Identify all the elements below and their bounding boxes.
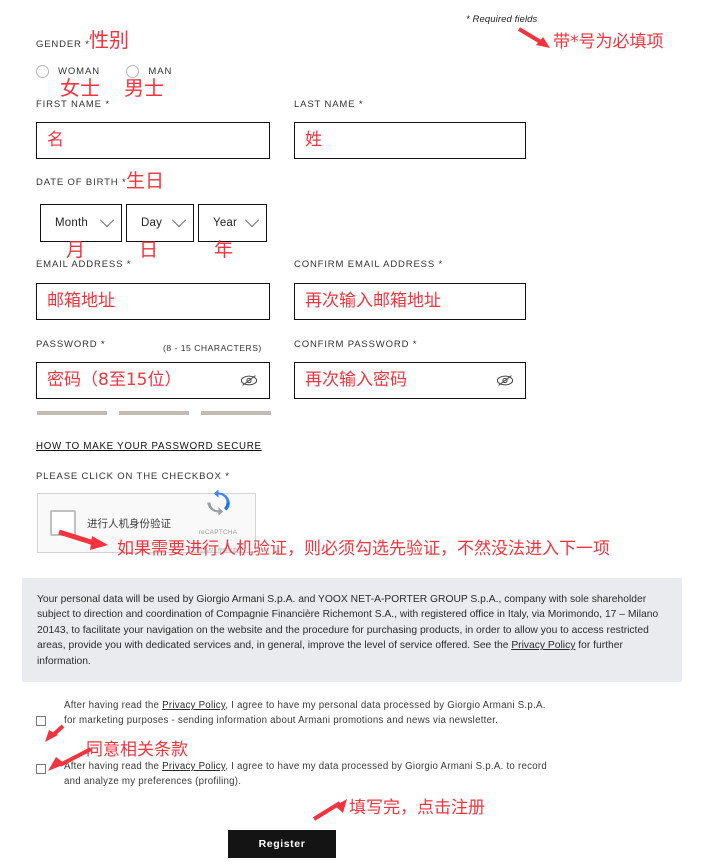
registration-page: * Required fields GENDER * WOMAN MAN FIR… — [0, 0, 720, 865]
dob-year-value: Year — [213, 217, 238, 229]
annotation-required: 带*号为必填项 — [553, 32, 664, 52]
consent-marketing-row[interactable]: After having read the Privacy Policy, I … — [36, 699, 556, 728]
privacy-policy-link[interactable]: Privacy Policy — [162, 700, 225, 711]
toggle-confirm-password-visibility-icon[interactable] — [494, 369, 516, 391]
recaptcha-legal-text: 隐私权 - 使用条款 — [198, 548, 238, 554]
date-of-birth-label: DATE OF BIRTH * — [36, 177, 127, 188]
consent-profiling-row[interactable]: After having read the Privacy Policy, I … — [36, 760, 556, 789]
gender-option-woman-label: WOMAN — [58, 66, 100, 77]
chevron-down-icon — [99, 213, 115, 228]
first-name-value: 名 — [47, 130, 64, 150]
privacy-policy-link[interactable]: Privacy Policy — [511, 640, 575, 651]
annotation-gender: 性别 — [89, 28, 129, 52]
gender-option-man[interactable]: MAN — [126, 65, 172, 78]
annotation-month: 月 — [66, 239, 86, 261]
first-name-label: FIRST NAME * — [36, 99, 110, 110]
chevron-down-icon — [171, 213, 187, 228]
password-secure-help-link[interactable]: HOW TO MAKE YOUR PASSWORD SECURE — [36, 441, 262, 452]
last-name-value: 姓 — [305, 130, 322, 150]
confirm-email-value: 再次输入邮箱地址 — [305, 291, 441, 311]
dob-year-select[interactable]: Year — [198, 204, 267, 242]
password-label: PASSWORD * — [36, 339, 106, 350]
required-fields-note: * Required fields — [466, 14, 538, 25]
consent-profiling-part1: After having read the — [64, 761, 163, 772]
password-strength-segment — [201, 411, 271, 415]
annotation-arrow-submit — [312, 799, 347, 821]
recaptcha-text: 进行人机身份验证 — [87, 517, 171, 530]
radio-icon[interactable] — [36, 65, 49, 78]
gender-option-woman[interactable]: WOMAN — [36, 65, 100, 78]
privacy-policy-link[interactable]: Privacy Policy — [162, 761, 225, 772]
password-hint: (8 - 15 CHARACTERS) — [163, 343, 262, 353]
email-field[interactable]: 邮箱地址 — [36, 283, 270, 320]
recaptcha-brand-name: reCAPTCHA — [198, 529, 238, 536]
gender-label: GENDER * — [36, 39, 90, 50]
password-strength-meter — [37, 411, 271, 415]
confirm-password-field[interactable]: 再次输入密码 — [294, 362, 526, 399]
confirm-email-field[interactable]: 再次输入邮箱地址 — [294, 283, 526, 320]
recaptcha-checkbox[interactable] — [50, 510, 76, 536]
recaptcha-widget[interactable]: 进行人机身份验证 reCAPTCHA 隐私权 - 使用条款 — [37, 489, 256, 554]
radio-icon[interactable] — [126, 65, 140, 78]
confirm-password-label: CONFIRM PASSWORD * — [294, 339, 418, 350]
last-name-label: LAST NAME * — [294, 99, 364, 110]
annotation-submit: 填写完，点击注册 — [349, 798, 485, 818]
annotation-day: 日 — [139, 239, 159, 261]
toggle-password-visibility-icon[interactable] — [238, 369, 260, 391]
last-name-field[interactable]: 姓 — [294, 122, 526, 159]
gender-option-man-label: MAN — [148, 66, 173, 77]
password-value: 密码（8至15位） — [47, 370, 182, 390]
register-button[interactable]: Register — [228, 830, 336, 858]
password-strength-segment — [119, 411, 189, 415]
annotation-arrow-required — [517, 27, 550, 48]
dob-day-value: Day — [141, 217, 163, 229]
email-value: 邮箱地址 — [47, 291, 115, 311]
consent-profiling-text: After having read the Privacy Policy, I … — [64, 760, 556, 789]
privacy-notice-text: Your personal data will be used by Giorg… — [37, 592, 667, 669]
consent-profiling-checkbox[interactable] — [36, 764, 46, 774]
annotation-dob: 生日 — [126, 170, 165, 192]
dob-day-select[interactable]: Day — [126, 204, 194, 242]
recaptcha-branding: reCAPTCHA 隐私权 - 使用条款 — [190, 489, 246, 557]
consent-marketing-part1: After having read the — [64, 700, 163, 711]
password-field[interactable]: 密码（8至15位） — [36, 362, 270, 399]
gender-radio-group: WOMAN MAN — [36, 65, 194, 83]
consent-marketing-checkbox[interactable] — [36, 716, 46, 726]
chevron-down-icon — [244, 213, 260, 228]
password-strength-segment — [37, 411, 107, 415]
confirm-password-value: 再次输入密码 — [305, 370, 407, 390]
recaptcha-logo-icon — [206, 489, 230, 516]
confirm-email-label: CONFIRM EMAIL ADDRESS * — [294, 259, 444, 270]
dob-month-select[interactable]: Month — [40, 204, 122, 242]
annotation-year: 年 — [214, 239, 234, 261]
dob-month-value: Month — [55, 217, 88, 229]
consent-marketing-text: After having read the Privacy Policy, I … — [64, 699, 556, 728]
privacy-notice-box: Your personal data will be used by Giorg… — [22, 578, 682, 683]
first-name-field[interactable]: 名 — [36, 122, 270, 159]
email-label: EMAIL ADDRESS * — [36, 259, 132, 270]
captcha-label: PLEASE CLICK ON THE CHECKBOX * — [36, 471, 230, 482]
annotation-consent: 同意相关条款 — [86, 740, 188, 760]
